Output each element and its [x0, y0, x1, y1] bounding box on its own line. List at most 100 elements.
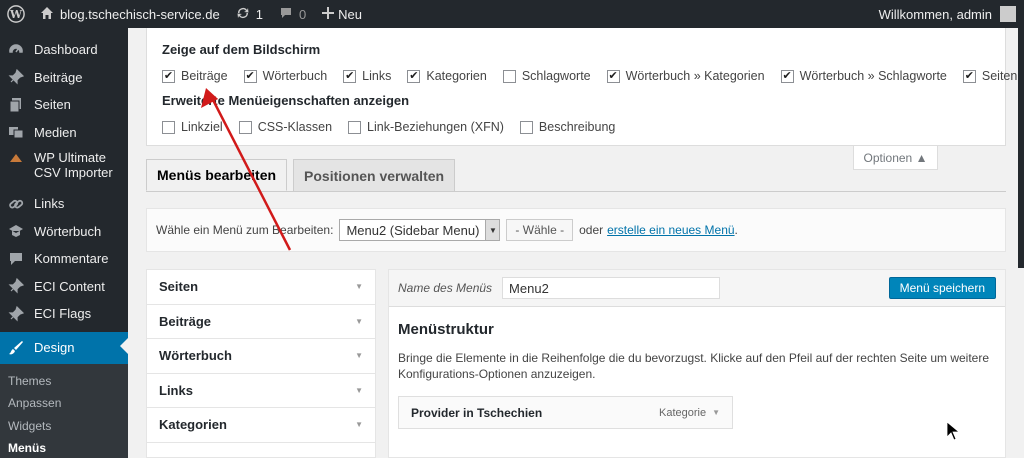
tab-divider [146, 191, 1006, 192]
triangle-down-icon: ▼ [355, 420, 363, 430]
checkbox-box[interactable]: ✔ [606, 69, 620, 83]
sidebar-item-posts[interactable]: Beiträge [0, 64, 128, 92]
manage-menus-bar: Wähle ein Menü zum Bearbeiten: Menu2 (Si… [146, 208, 1006, 252]
submenu-item-menus[interactable]: Menüs [0, 437, 128, 458]
wordpress-logo-icon[interactable]: W [0, 0, 32, 28]
submenu-item-themes[interactable]: Themes [0, 370, 128, 393]
checkbox-box[interactable] [348, 120, 362, 134]
checkbox-box[interactable]: ✔ [780, 69, 794, 83]
sidebar-item-label: ECI Content [34, 278, 105, 294]
comment-bubble-icon [279, 6, 293, 23]
dictionary-icon [8, 223, 24, 239]
triangle-down-icon: ▼ [355, 385, 363, 395]
checkbox-box[interactable]: ✔ [162, 69, 175, 83]
sidebar-item-label: Links [34, 196, 65, 212]
menu-items-accordion: Seiten ▼ Beiträge ▼ Wörterbuch ▼ Links ▼ Kat… [146, 269, 376, 458]
accordion-section-kategorien[interactable]: Kategorien ▼ [147, 408, 375, 443]
welcome-text: Willkommen, admin [878, 6, 992, 22]
screen-options-toggle[interactable]: Optionen ▲ [853, 146, 938, 170]
accordion-section-beitraege[interactable]: Beiträge ▼ [147, 305, 375, 339]
svg-text:W: W [9, 8, 23, 21]
checkbox-box[interactable]: ✔ [407, 69, 421, 83]
menu-management-panel: Name des Menüs Menu2 Menü speichern Menü… [388, 269, 1006, 458]
sidebar-item-label: Kommentare [34, 251, 109, 267]
sidebar-item-eci-content[interactable]: ECI Content [0, 273, 128, 301]
accordion-label: Kategorien [159, 417, 227, 433]
sidebar-item-media[interactable]: Medien [0, 119, 128, 147]
checkbox-box[interactable] [238, 120, 252, 134]
sidebar-item-dictionary[interactable]: Wörterbuch [0, 218, 128, 246]
sidebar-item-eci-flags[interactable]: ECI Flags [0, 300, 128, 328]
checkbox-label: Wörterbuch » Schlagworte [799, 69, 947, 83]
checkbox-linkziel[interactable]: Linkziel [162, 120, 223, 134]
sidebar-item-label: Design [34, 340, 75, 355]
checkbox-beitraege[interactable]: ✔ Beiträge [162, 69, 228, 83]
advanced-properties-boxes: Linkziel CSS-Klassen Link-Beziehungen (X… [162, 120, 990, 134]
updates-link[interactable]: 1 [228, 0, 271, 28]
select-menu-label: Wähle ein Menü zum Bearbeiten: [156, 223, 334, 237]
new-content-link[interactable]: Neu [314, 0, 370, 28]
plus-icon [322, 6, 335, 22]
triangle-down-icon: ▼ [712, 408, 720, 417]
links-icon [8, 196, 24, 212]
checkbox-box[interactable]: ✔ [962, 69, 976, 83]
avatar [1000, 6, 1016, 22]
checkbox-xfn[interactable]: Link-Beziehungen (XFN) [348, 120, 504, 134]
checkbox-box[interactable]: ✔ [343, 69, 357, 83]
sidebar-item-comments[interactable]: Kommentare [0, 245, 128, 273]
sidebar-item-dashboard[interactable]: Dashboard [0, 36, 128, 64]
tab-edit-menus[interactable]: Menüs bearbeiten [146, 159, 288, 191]
checkbox-kategorien[interactable]: ✔ Kategorien [407, 69, 487, 83]
home-icon [40, 6, 54, 23]
checkbox-css-klassen[interactable]: CSS-Klassen [238, 120, 332, 134]
menu-item-type[interactable]: Kategorie ▼ [659, 407, 720, 419]
checkbox-seiten[interactable]: ✔ Seiten [962, 69, 1017, 83]
sidebar-item-csv-importer[interactable]: WP Ultimate CSV Importer [0, 146, 128, 190]
save-menu-button[interactable]: Menü speichern [888, 277, 996, 299]
accordion-section-woerterbuch[interactable]: Wörterbuch ▼ [147, 339, 375, 374]
create-menu-link[interactable]: erstelle ein neues Menü [607, 223, 734, 237]
checkbox-schlagworte[interactable]: Schlagworte [502, 69, 591, 83]
checkbox-links[interactable]: ✔ Links [343, 69, 391, 83]
checkbox-label: Beschreibung [538, 120, 616, 134]
site-name-link[interactable]: blog.tschechisch-service.de [32, 0, 228, 28]
pin-icon [8, 305, 24, 322]
accordion-label: Links [159, 382, 193, 398]
sidebar-item-label: Wörterbuch [34, 223, 102, 239]
checkbox-box[interactable] [162, 120, 175, 134]
menu-select[interactable]: Menu2 (Sidebar Menu) ▼ [339, 219, 501, 241]
checkbox-box[interactable]: ✔ [243, 69, 257, 83]
menu-item-bar[interactable]: Provider in Tschechien Kategorie ▼ [398, 396, 733, 429]
sidebar-item-links[interactable]: Links [0, 190, 128, 218]
checkbox-label: Schlagworte [521, 69, 591, 83]
period-text: . [734, 223, 738, 237]
submenu-item-customize[interactable]: Anpassen [0, 392, 128, 415]
checkbox-box[interactable] [519, 120, 533, 134]
submenu-item-widgets[interactable]: Widgets [0, 415, 128, 438]
checkbox-beschreibung[interactable]: Beschreibung [519, 120, 616, 134]
design-submenu: Themes Anpassen Widgets Menüs [0, 363, 128, 458]
accordion-section-seiten[interactable]: Seiten ▼ [147, 270, 375, 305]
menu-name-input[interactable]: Menu2 [502, 277, 721, 299]
sidebar-item-label: Seiten [34, 97, 71, 113]
checkbox-woerterbuch-schlagworte[interactable]: ✔ Wörterbuch » Schlagworte [780, 69, 947, 83]
checkbox-woerterbuch-kategorien[interactable]: ✔ Wörterbuch » Kategorien [606, 69, 765, 83]
checkbox-box[interactable] [502, 69, 516, 83]
accordion-section-links[interactable]: Links ▼ [147, 374, 375, 408]
select-menu-button[interactable]: - Wähle - [506, 219, 574, 241]
menu-header: Name des Menüs Menu2 Menü speichern [389, 270, 1005, 307]
tab-manage-locations[interactable]: Positionen verwalten [293, 159, 456, 191]
site-name: blog.tschechisch-service.de [60, 6, 220, 22]
accordion-label: Beiträge [159, 313, 212, 329]
checkbox-woerterbuch[interactable]: ✔ Wörterbuch [243, 69, 328, 83]
sidebar-item-design[interactable]: Design [0, 331, 128, 364]
chevron-down-icon: ▼ [485, 220, 500, 240]
triangle-down-icon: ▼ [355, 316, 363, 326]
my-account[interactable]: Willkommen, admin [871, 0, 1024, 28]
comments-link[interactable]: 0 [271, 0, 314, 28]
checkbox-label: Links [362, 69, 392, 83]
checkbox-label: Wörterbuch [262, 69, 328, 83]
menu-select-value: Menu2 (Sidebar Menu) [346, 222, 480, 238]
sidebar-item-pages[interactable]: Seiten [0, 91, 128, 119]
dashboard-icon [8, 42, 24, 58]
